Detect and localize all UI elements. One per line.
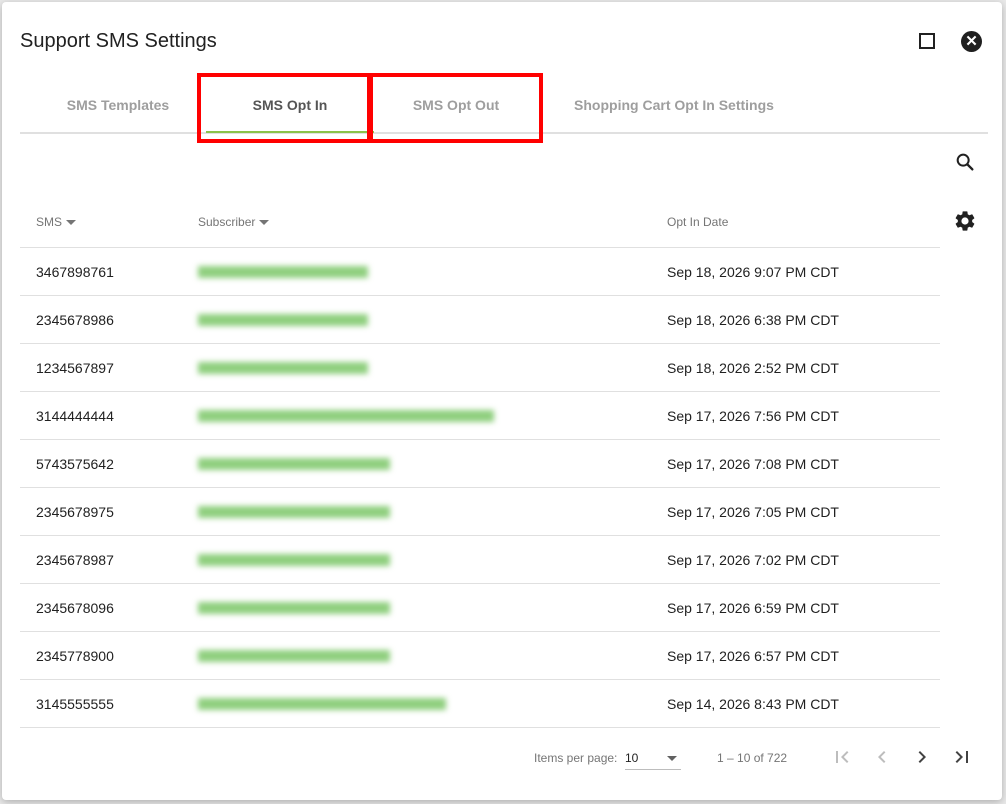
cell-opt-in-date: Sep 17, 2026 6:59 PM CDT bbox=[667, 600, 839, 616]
cell-sms: 2345678975 bbox=[36, 504, 114, 520]
page-range-label: 1 – 10 of 722 bbox=[717, 751, 788, 765]
cell-sms: 2345678987 bbox=[36, 552, 114, 568]
sort-caret-icon bbox=[259, 220, 270, 226]
items-per-page-value: 10 bbox=[625, 751, 639, 765]
table-row[interactable]: 2345678986 Sep 18, 2026 6:38 PM CDT bbox=[20, 296, 940, 344]
cell-opt-in-date: Sep 18, 2026 6:38 PM CDT bbox=[667, 312, 839, 328]
paginator: Items per page: 10 1 – 10 of 722 bbox=[20, 737, 988, 777]
dialog-title: Support SMS Settings bbox=[20, 30, 217, 52]
chevron-right-icon[interactable] bbox=[910, 745, 934, 769]
cell-subscriber-redacted bbox=[198, 602, 390, 614]
cell-subscriber-redacted bbox=[198, 314, 368, 326]
table-row[interactable]: 2345778900 Sep 17, 2026 6:57 PM CDT bbox=[20, 632, 940, 680]
chevron-left-icon[interactable] bbox=[870, 745, 894, 769]
tab-sms-opt-in-label: SMS Opt In bbox=[252, 97, 328, 113]
opt-in-table: SMS Subscriber Opt In Date 3467898761 Se… bbox=[20, 198, 940, 728]
cell-opt-in-date: Sep 17, 2026 7:05 PM CDT bbox=[667, 504, 839, 520]
table-row[interactable]: 2345678975 Sep 17, 2026 7:05 PM CDT bbox=[20, 488, 940, 536]
cell-sms: 2345678986 bbox=[36, 312, 114, 328]
cell-sms: 3144444444 bbox=[36, 408, 114, 424]
table-row[interactable]: 1234567897 Sep 18, 2026 2:52 PM CDT bbox=[20, 344, 940, 392]
cell-opt-in-date: Sep 17, 2026 7:08 PM CDT bbox=[667, 456, 839, 472]
cell-subscriber-redacted bbox=[198, 410, 494, 422]
active-tab-indicator bbox=[206, 131, 374, 133]
header-opt-in-date[interactable]: Opt In Date bbox=[667, 215, 728, 229]
cell-subscriber-redacted bbox=[198, 506, 390, 518]
cell-subscriber-redacted bbox=[198, 554, 390, 566]
cell-opt-in-date: Sep 17, 2026 7:56 PM CDT bbox=[667, 408, 839, 424]
cell-sms: 3467898761 bbox=[36, 264, 114, 280]
cell-opt-in-date: Sep 18, 2026 2:52 PM CDT bbox=[667, 360, 839, 376]
sort-caret-icon bbox=[66, 220, 77, 226]
table-row[interactable]: 3467898761 Sep 18, 2026 9:07 PM CDT bbox=[20, 248, 940, 296]
gear-icon[interactable] bbox=[953, 209, 977, 233]
tab-sms-templates[interactable]: SMS Templates bbox=[38, 72, 198, 132]
cell-subscriber-redacted bbox=[198, 362, 368, 374]
cell-subscriber-redacted bbox=[198, 266, 368, 278]
header-subscriber-label: Subscriber bbox=[198, 215, 256, 229]
tab-shopping-cart-opt-in-settings[interactable]: Shopping Cart Opt In Settings bbox=[554, 72, 794, 132]
table-row[interactable]: 2345678096 Sep 17, 2026 6:59 PM CDT bbox=[20, 584, 940, 632]
search-icon[interactable] bbox=[954, 151, 976, 173]
cell-sms: 3145555555 bbox=[36, 696, 114, 712]
tab-sms-opt-in[interactable]: SMS Opt In bbox=[206, 72, 374, 133]
table-row[interactable]: 3144444444 Sep 17, 2026 7:56 PM CDT bbox=[20, 392, 940, 440]
cell-subscriber-redacted bbox=[198, 458, 390, 470]
tab-sms-opt-out[interactable]: SMS Opt Out bbox=[372, 72, 540, 132]
items-per-page-select[interactable]: 10 bbox=[625, 745, 681, 770]
first-page-icon[interactable] bbox=[830, 745, 854, 769]
table-header-row: SMS Subscriber Opt In Date bbox=[20, 198, 940, 248]
maximize-button[interactable] bbox=[919, 33, 935, 49]
table-row[interactable]: 3145555555 Sep 14, 2026 8:43 PM CDT bbox=[20, 680, 940, 728]
tab-bar: SMS Templates SMS Opt In SMS Opt Out Sho… bbox=[20, 72, 988, 134]
header-sms-label: SMS bbox=[36, 215, 63, 229]
cell-opt-in-date: Sep 14, 2026 8:43 PM CDT bbox=[667, 696, 839, 712]
cell-subscriber-redacted bbox=[198, 698, 446, 710]
cell-sms: 2345678096 bbox=[36, 600, 114, 616]
cell-sms: 1234567897 bbox=[36, 360, 114, 376]
header-subscriber[interactable]: Subscriber bbox=[198, 215, 270, 229]
dropdown-caret-icon bbox=[667, 756, 677, 761]
items-per-page-label: Items per page: bbox=[534, 751, 618, 765]
header-sms[interactable]: SMS bbox=[36, 215, 77, 229]
cell-sms: 2345778900 bbox=[36, 648, 114, 664]
close-icon[interactable]: ✕ bbox=[961, 31, 982, 52]
table-row[interactable]: 5743575642 Sep 17, 2026 7:08 PM CDT bbox=[20, 440, 940, 488]
cell-opt-in-date: Sep 17, 2026 7:02 PM CDT bbox=[667, 552, 839, 568]
cell-sms: 5743575642 bbox=[36, 456, 114, 472]
cell-subscriber-redacted bbox=[198, 650, 390, 662]
cell-opt-in-date: Sep 18, 2026 9:07 PM CDT bbox=[667, 264, 839, 280]
last-page-icon[interactable] bbox=[950, 745, 974, 769]
table-row[interactable]: 2345678987 Sep 17, 2026 7:02 PM CDT bbox=[20, 536, 940, 584]
support-sms-settings-dialog: Support SMS Settings ✕ SMS Templates SMS… bbox=[2, 2, 1002, 800]
cell-opt-in-date: Sep 17, 2026 6:57 PM CDT bbox=[667, 648, 839, 664]
